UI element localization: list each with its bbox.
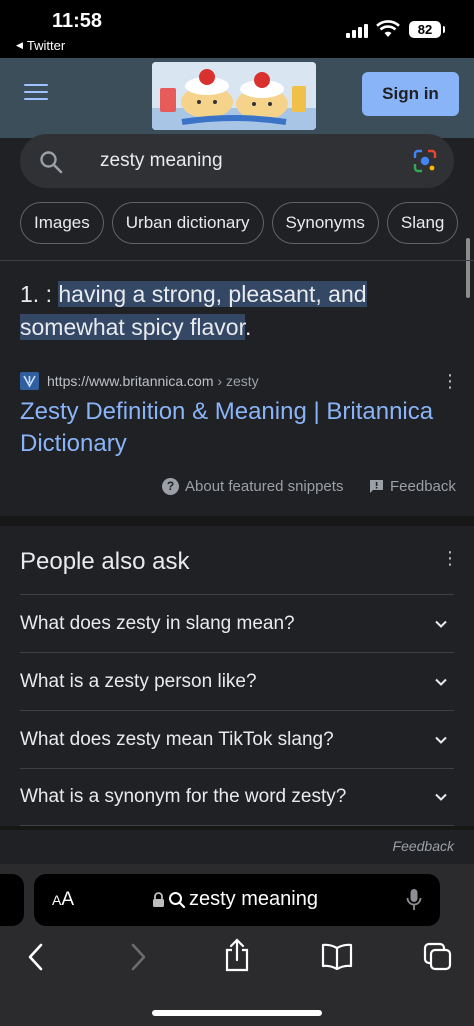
forward-icon[interactable]	[128, 942, 148, 972]
previous-tab-preview[interactable]	[0, 874, 24, 926]
address-bar[interactable]: AA zesty meaning	[34, 874, 440, 926]
home-indicator	[152, 1010, 322, 1016]
paa-feedback-link[interactable]: Feedback	[393, 838, 454, 854]
filter-chips: Images Urban dictionary Synonyms Slang	[20, 202, 459, 244]
paa-question-text: What is a synonym for the word zesty?	[20, 786, 347, 807]
about-featured-snippets[interactable]: ? About featured snippets	[162, 478, 343, 495]
browser-toolbar: AA zesty meaning	[0, 864, 474, 1026]
back-app-label: Twitter	[26, 38, 66, 53]
google-header: Sign in	[0, 58, 474, 138]
featured-snippet-text: 1. : having a strong, pleasant, and some…	[20, 278, 450, 344]
divider	[0, 260, 474, 261]
battery-indicator: 82	[409, 21, 445, 38]
back-to-app-link[interactable]: ◀ Twitter	[16, 38, 65, 53]
aa-large: A	[61, 889, 75, 910]
search-box[interactable]: zesty meaning	[20, 134, 454, 188]
section-separator	[0, 516, 474, 526]
tabs-icon[interactable]	[423, 942, 453, 972]
paa-question[interactable]: What is a synonym for the word zesty?	[20, 768, 454, 826]
search-icon	[169, 891, 186, 908]
paa-question-text: What does zesty in slang mean?	[20, 612, 295, 634]
back-icon[interactable]	[26, 942, 46, 972]
snippet-prefix: 1. :	[20, 281, 59, 307]
wifi-icon	[376, 20, 400, 37]
chip-slang[interactable]: Slang	[386, 202, 459, 244]
aa-small: A	[52, 892, 62, 908]
cellular-signal-icon	[346, 24, 368, 38]
search-input[interactable]: zesty meaning	[100, 150, 223, 172]
chevron-down-icon	[435, 620, 447, 628]
snippet-highlight: having a strong, pleasant, and	[58, 281, 367, 307]
about-label: About featured snippets	[185, 478, 344, 495]
doodle-art	[152, 62, 316, 130]
google-doodle[interactable]	[152, 62, 316, 130]
chevron-down-icon	[435, 736, 447, 744]
source-url: https://www.britannica.com	[47, 373, 214, 389]
search-icon[interactable]	[38, 149, 64, 175]
paa-question[interactable]: What is a zesty person like?	[20, 652, 454, 710]
source-path: › zesty	[213, 373, 259, 389]
paa-more-options-icon[interactable]: ⋮	[441, 548, 459, 569]
britannica-favicon	[20, 372, 39, 390]
chip-images[interactable]: Images	[20, 202, 104, 244]
google-lens-icon[interactable]	[412, 148, 438, 174]
bookmarks-icon[interactable]	[321, 942, 353, 970]
paa-question-text: What is a zesty person like?	[20, 670, 257, 692]
sign-in-button[interactable]: Sign in	[362, 72, 459, 116]
chip-urban-dictionary[interactable]: Urban dictionary	[111, 202, 264, 244]
chevron-down-icon	[435, 678, 447, 686]
result-more-options-icon[interactable]: ⋮	[441, 372, 459, 390]
result-title-link[interactable]: Zesty Definition & Meaning | Britannica …	[20, 396, 460, 460]
paa-question[interactable]: What does zesty in slang mean?	[20, 594, 454, 652]
paa-question-text: What does zesty mean TikTok slang?	[20, 728, 334, 750]
chevron-down-icon	[435, 793, 447, 801]
people-also-ask-list: What does zesty in slang mean? What is a…	[20, 594, 454, 826]
reader-options-button[interactable]: AA	[52, 889, 74, 911]
help-icon: ?	[162, 478, 179, 495]
search-results-page: Sign in zesty meaning Images Urban dicti…	[0, 58, 474, 864]
status-bar: 11:58 ◀ Twitter 82	[0, 0, 474, 58]
feedback-label: Feedback	[390, 478, 456, 495]
chip-synonyms[interactable]: Synonyms	[271, 202, 379, 244]
menu-icon[interactable]	[24, 84, 48, 102]
address-text[interactable]: zesty meaning	[152, 888, 318, 911]
microphone-icon[interactable]	[406, 888, 422, 912]
result-source[interactable]: https://www.britannica.com › zesty	[20, 371, 460, 391]
snippet-highlight-2: somewhat spicy flavor	[20, 314, 245, 340]
feedback-icon	[370, 480, 383, 493]
paa-question[interactable]: What does zesty mean TikTok slang?	[20, 710, 454, 768]
lock-icon	[153, 892, 164, 907]
clock: 11:58	[52, 10, 103, 32]
section-separator	[0, 826, 474, 830]
share-icon[interactable]	[224, 938, 250, 972]
back-triangle-icon: ◀	[16, 40, 23, 50]
snippet-feedback[interactable]: Feedback	[369, 478, 456, 495]
browser-nav	[0, 938, 474, 978]
scrollbar[interactable]	[466, 238, 470, 298]
snippet-suffix: .	[244, 314, 252, 340]
people-also-ask-title: People also ask	[20, 548, 190, 575]
address-query: zesty meaning	[189, 888, 318, 910]
